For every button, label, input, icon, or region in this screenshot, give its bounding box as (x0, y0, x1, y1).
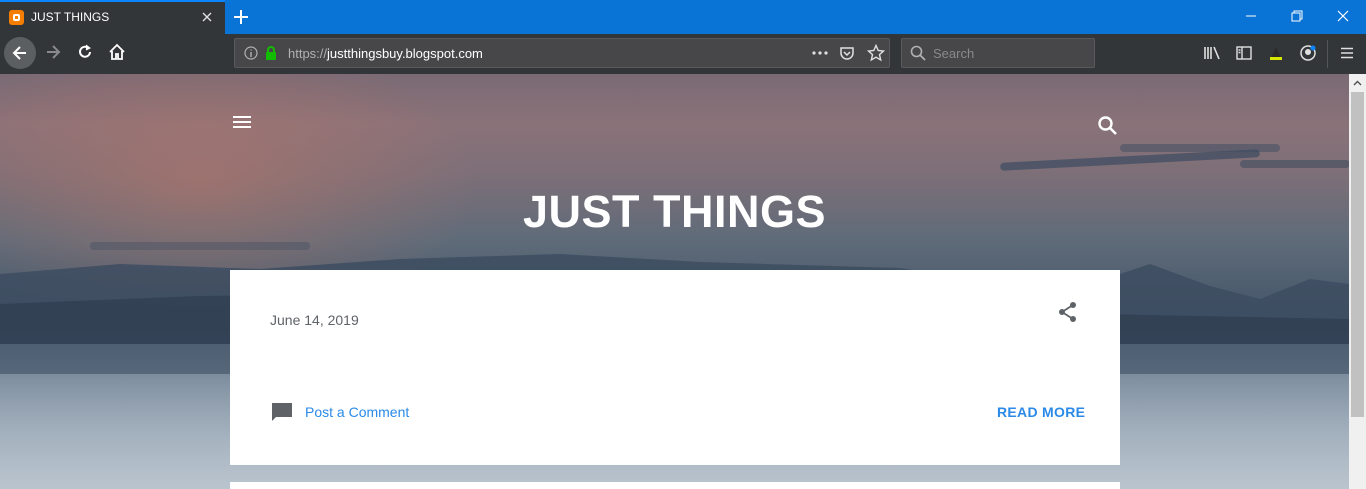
post-card: June 14, 2019 Post a Comment READ MORE (230, 270, 1120, 465)
info-icon[interactable] (244, 46, 258, 65)
page-scrollbar[interactable] (1349, 74, 1366, 489)
page-viewport: JUST THINGS June 14, 2019 Post a Comment… (0, 74, 1349, 489)
close-window-icon[interactable] (1320, 0, 1366, 32)
hamburger-menu-icon[interactable] (231, 113, 253, 131)
scroll-thumb[interactable] (1351, 92, 1364, 417)
search-placeholder: Search (933, 46, 975, 61)
back-button[interactable] (4, 37, 36, 69)
restore-icon[interactable] (1274, 0, 1320, 32)
blogger-icon (9, 10, 24, 25)
share-icon[interactable] (1057, 301, 1079, 323)
extension-icon[interactable] (1267, 44, 1285, 62)
url-text[interactable]: https://justthingsbuy.blogspot.com (288, 46, 483, 61)
pocket-icon[interactable] (839, 45, 855, 66)
home-icon[interactable] (107, 42, 127, 62)
tab-accent (0, 0, 225, 2)
menu-icon[interactable] (1338, 44, 1356, 62)
background-cloud (999, 149, 1261, 171)
url-prefix: https:// (288, 46, 328, 61)
toolbar-divider (1327, 40, 1328, 68)
post-comment-link[interactable]: Post a Comment (305, 404, 409, 420)
background-cloud (1120, 144, 1280, 152)
search-icon (910, 45, 926, 66)
forward-button[interactable] (43, 42, 63, 62)
tab-active[interactable]: JUST THINGS (0, 0, 225, 34)
next-post-card (230, 482, 1120, 489)
post-date[interactable]: June 14, 2019 (270, 312, 359, 328)
blog-title[interactable]: JUST THINGS (0, 186, 1349, 238)
comment-icon[interactable] (270, 400, 294, 424)
account-icon[interactable] (1299, 44, 1317, 62)
tab-title: JUST THINGS (31, 10, 110, 24)
sidebar-icon[interactable] (1235, 44, 1253, 62)
address-bar[interactable]: https://justthingsbuy.blogspot.com (234, 38, 890, 68)
bookmark-star-icon[interactable] (866, 43, 886, 67)
blog-search-icon[interactable] (1096, 114, 1120, 138)
background-cloud (1240, 160, 1349, 168)
read-more-link[interactable]: READ MORE (997, 404, 1085, 420)
new-tab-icon[interactable] (231, 7, 251, 27)
page-actions-icon[interactable] (811, 46, 829, 65)
navigation-toolbar: https://justthingsbuy.blogspot.com Searc… (0, 34, 1366, 74)
lock-icon[interactable] (264, 45, 278, 66)
url-domain: justthingsbuy.blogspot.com (327, 46, 483, 61)
scroll-up-icon[interactable] (1349, 74, 1366, 91)
library-icon[interactable] (1203, 44, 1221, 62)
minimize-icon[interactable] (1228, 0, 1274, 32)
tab-bar: JUST THINGS (0, 0, 1366, 34)
reload-icon[interactable] (75, 42, 95, 62)
search-bar[interactable]: Search (901, 38, 1095, 68)
close-tab-icon[interactable] (199, 9, 215, 25)
